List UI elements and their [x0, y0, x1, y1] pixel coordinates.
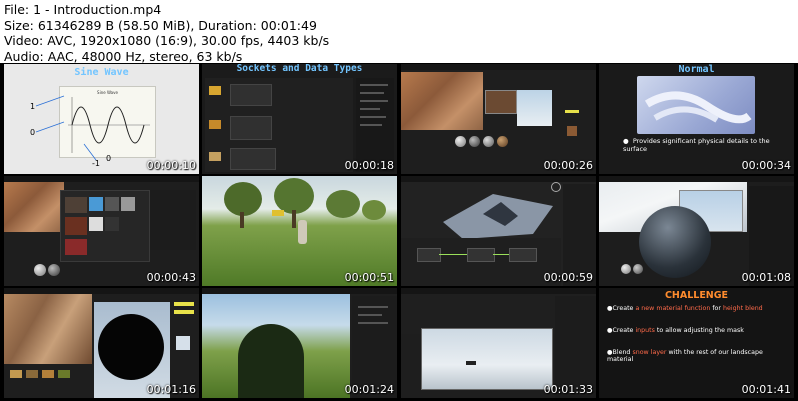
file-name-line: File: 1 - Introduction.mp4 [4, 2, 162, 17]
material-node [485, 90, 517, 114]
node-graph [401, 238, 561, 286]
details-panel [356, 78, 394, 172]
node-icon [209, 152, 221, 161]
annotation-arrows [35, 95, 97, 161]
normal-map-image [637, 76, 755, 134]
thumbnail-11[interactable]: 00:01:33 [401, 288, 596, 398]
thumbnail-9[interactable]: 00:01:16 [4, 288, 199, 398]
timestamp: 00:01:16 [146, 383, 196, 396]
size-line: Size: 61346289 B (58.50 MiB), Duration: … [4, 17, 317, 33]
timestamp: 00:00:43 [146, 271, 196, 284]
node-icon [209, 120, 221, 129]
preview-sphere [639, 206, 711, 278]
thumbnail-10[interactable]: 00:01:24 [202, 288, 397, 398]
thumbnail-2[interactable]: Sockets and Data Types 00:00:18 [202, 64, 397, 174]
timestamp: 00:00:26 [543, 159, 593, 172]
challenge-item-1: ●Create a new material function for heig… [607, 305, 763, 312]
thumbnail-4[interactable]: Normal ● Provides significant physical d… [599, 64, 794, 174]
preview-image [517, 90, 552, 126]
node-box [230, 84, 272, 106]
viewport-terrain [401, 72, 483, 130]
thumbnail-1[interactable]: Sine Wave Sine Wave 1 0 -1 0 00:00:10 [4, 64, 199, 174]
thumbnail-6[interactable]: 00:00:51 [202, 176, 397, 286]
thumbnail-grid: Sine Wave Sine Wave 1 0 -1 0 00:00:10 So… [0, 63, 798, 401]
viewport-terrain [4, 182, 64, 232]
thumbnail-12[interactable]: CHALLENGE ●Create a new material functio… [599, 288, 794, 398]
node-box [230, 116, 272, 140]
preview-sphere [98, 314, 164, 380]
timestamp: 00:01:08 [741, 271, 791, 284]
video-line: Video: AVC, 1920x1080 (16:9), 30.00 fps,… [4, 33, 330, 48]
timestamp: 00:00:34 [741, 159, 791, 172]
node-graph-panel [205, 78, 353, 172]
thumbnail-8[interactable]: 00:01:08 [599, 176, 794, 286]
timestamp: 00:00:51 [344, 271, 394, 284]
terrain-preview [443, 194, 553, 239]
node-box [230, 148, 276, 170]
timestamp: 00:01:41 [741, 383, 791, 396]
challenge-item-2: ●Create inputs to allow adjusting the ma… [607, 327, 744, 334]
thumbnail-3[interactable]: 00:00:26 [401, 64, 596, 174]
texture-picker [60, 190, 150, 262]
timestamp: 00:00:10 [146, 159, 196, 172]
rock-viewport [4, 294, 92, 364]
challenge-item-3: ●Blend snow layer with the rest of our l… [607, 349, 763, 363]
audio-line: Audio: AAC, 48000 Hz, stereo, 63 kb/s [4, 48, 243, 64]
node-icon [209, 86, 221, 95]
timestamp: 00:01:33 [543, 383, 593, 396]
timestamp: 00:00:59 [543, 271, 593, 284]
preview-sphere [238, 324, 304, 398]
timestamp: 00:01:24 [344, 383, 394, 396]
challenge-title: CHALLENGE [664, 290, 729, 301]
thumbnail-5[interactable]: 00:00:43 [4, 176, 199, 286]
level-preview [421, 328, 553, 390]
character [298, 220, 307, 244]
thumbnail-7[interactable]: 00:00:59 [401, 176, 596, 286]
bullet-text: ● Provides significant physical details … [623, 137, 770, 153]
slide-title: Sockets and Data Types [236, 64, 363, 74]
file-info: File: 1 - Introduction.mp4 Size: 61346289… [4, 2, 329, 64]
slide-title: Normal [678, 64, 715, 75]
timestamp: 00:00:18 [344, 159, 394, 172]
